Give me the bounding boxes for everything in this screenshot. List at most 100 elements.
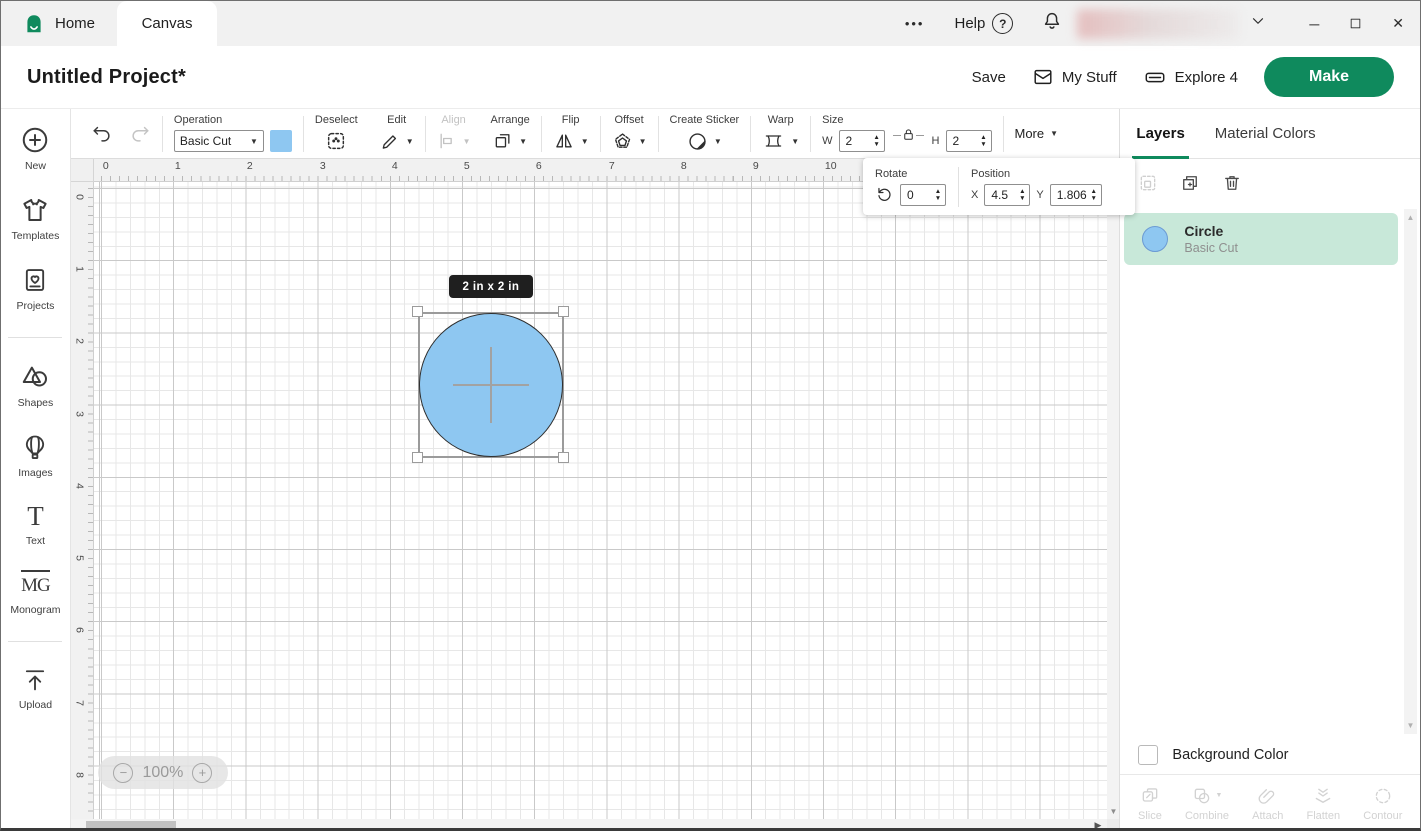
cricut-logo-icon — [23, 13, 45, 35]
monogram-icon: MG — [21, 570, 50, 599]
vertical-ruler: 0 1 2 3 4 5 6 7 8 — [71, 182, 94, 819]
make-button[interactable]: Make — [1264, 57, 1394, 97]
sidebar-item-shapes[interactable]: Shapes — [18, 362, 54, 409]
help-label: Help — [954, 15, 985, 32]
create-sticker-button[interactable]: Create Sticker ▼ — [670, 114, 740, 153]
more-button[interactable]: More ▼ — [1015, 126, 1059, 141]
pencil-icon — [380, 131, 400, 151]
sidebar-item-label: Images — [18, 467, 52, 479]
align-button: Align ▼ — [437, 114, 471, 153]
resize-handle-top-left[interactable] — [412, 306, 423, 317]
redo-button[interactable] — [129, 123, 151, 145]
background-color-label: Background Color — [1172, 747, 1288, 763]
offset-icon — [612, 131, 633, 152]
flip-button[interactable]: Flip ▼ — [553, 114, 589, 153]
background-color-checkbox[interactable] — [1138, 745, 1158, 765]
edit-button[interactable]: Edit ▼ — [380, 114, 414, 153]
maximize-button[interactable] — [1349, 17, 1362, 30]
dropdown-arrow-icon: ▼ — [406, 137, 414, 146]
text-icon: T — [27, 502, 44, 530]
sidebar-item-label: Shapes — [18, 397, 54, 409]
zoom-in-button[interactable]: + — [192, 763, 212, 783]
deselect-icon — [325, 130, 347, 152]
offset-button[interactable]: Offset ▼ — [612, 114, 647, 153]
sidebar-item-monogram[interactable]: MG Monogram — [10, 570, 60, 616]
design-sidebar: New Templates Projects Shapes Images T — [1, 109, 71, 831]
combine-button: ▼ Combine — [1185, 786, 1229, 822]
x-label: X — [971, 189, 978, 201]
layer-item-circle[interactable]: Circle Basic Cut — [1124, 213, 1398, 265]
project-card-icon — [21, 265, 49, 295]
duplicate-button[interactable] — [1180, 173, 1200, 193]
notifications-button[interactable] — [1041, 10, 1063, 37]
save-button[interactable]: Save — [972, 69, 1006, 86]
dropdown-arrow-icon: ▼ — [1050, 129, 1058, 138]
scroll-down-icon[interactable]: ▼ — [1107, 807, 1119, 816]
stepper-arrows-icon[interactable]: ▲▼ — [870, 134, 884, 148]
sidebar-item-new[interactable]: New — [20, 125, 50, 172]
operation-value: Basic Cut — [180, 134, 231, 148]
warp-button[interactable]: Warp ▼ — [762, 114, 799, 153]
sidebar-item-projects[interactable]: Projects — [16, 265, 54, 312]
width-input[interactable] — [840, 134, 870, 148]
attach-button: Attach — [1252, 786, 1283, 822]
scroll-down-icon[interactable]: ▼ — [1404, 721, 1417, 730]
height-input[interactable] — [947, 134, 977, 148]
resize-handle-top-right[interactable] — [558, 306, 569, 317]
sidebar-item-templates[interactable]: Templates — [12, 195, 60, 242]
account-chevron-icon[interactable] — [1249, 12, 1267, 35]
layer-name: Circle — [1184, 223, 1238, 239]
deselect-button[interactable]: Deselect — [315, 114, 358, 153]
tab-layers[interactable]: Layers — [1136, 109, 1184, 158]
minimize-button[interactable]: ─ — [1309, 16, 1319, 32]
machine-select-button[interactable]: Explore 4 — [1143, 66, 1238, 88]
design-canvas[interactable]: 2 in x 2 in − 100% + — [94, 182, 1108, 819]
overflow-menu-button[interactable]: ••• — [905, 16, 925, 31]
position-x-input[interactable] — [985, 188, 1015, 202]
layers-scrollbar[interactable]: ▲ ▼ — [1404, 209, 1417, 734]
sidebar-item-upload[interactable]: Upload — [19, 666, 52, 711]
help-button[interactable]: Help ? — [954, 13, 1013, 34]
resize-handle-bottom-right[interactable] — [558, 452, 569, 463]
position-x-stepper[interactable]: ▲▼ — [984, 184, 1030, 206]
sidebar-item-images[interactable]: Images — [18, 432, 52, 479]
width-stepper[interactable]: ▲▼ — [839, 130, 885, 152]
sidebar-divider — [8, 641, 62, 642]
project-title: Untitled Project* — [27, 66, 186, 89]
scrollbar-thumb[interactable] — [86, 821, 176, 830]
resize-handle-bottom-left[interactable] — [412, 452, 423, 463]
tab-material-colors[interactable]: Material Colors — [1215, 109, 1316, 158]
canvas-vertical-scrollbar[interactable]: ▲ ▼ — [1107, 159, 1119, 819]
tab-home-label: Home — [55, 15, 95, 32]
undo-button[interactable] — [91, 123, 113, 145]
sidebar-item-label: Monogram — [10, 604, 60, 616]
my-stuff-button[interactable]: My Stuff — [1032, 66, 1117, 88]
position-y-input[interactable] — [1051, 188, 1087, 202]
operation-dropdown[interactable]: Basic Cut ▼ — [174, 130, 264, 152]
aspect-lock-button[interactable] — [893, 127, 924, 142]
tab-home[interactable]: Home — [1, 1, 117, 46]
rotate-stepper[interactable]: ▲▼ — [900, 184, 946, 206]
layer-color-swatch[interactable] — [1142, 226, 1168, 252]
rotate-icon[interactable] — [875, 185, 894, 204]
question-icon: ? — [992, 13, 1013, 34]
position-y-stepper[interactable]: ▲▼ — [1050, 184, 1102, 206]
account-name-redacted[interactable] — [1077, 9, 1239, 39]
zoom-out-button[interactable]: − — [113, 763, 133, 783]
sidebar-item-label: Upload — [19, 699, 52, 711]
close-button[interactable]: ✕ — [1392, 15, 1404, 32]
arrange-button[interactable]: Arrange ▼ — [491, 114, 530, 153]
height-stepper[interactable]: ▲▼ — [946, 130, 992, 152]
rotate-input[interactable] — [901, 188, 931, 202]
scroll-up-icon[interactable]: ▲ — [1404, 213, 1417, 222]
delete-button[interactable] — [1222, 173, 1242, 193]
sidebar-item-text[interactable]: T Text — [26, 502, 45, 547]
warp-icon — [762, 131, 785, 151]
stepper-arrows-icon[interactable]: ▲▼ — [977, 134, 991, 148]
canvas-horizontal-scrollbar[interactable]: ▶ — [71, 819, 1108, 831]
tab-canvas[interactable]: Canvas — [117, 1, 217, 46]
upload-icon — [21, 666, 49, 694]
scroll-right-icon[interactable]: ▶ — [1095, 820, 1102, 831]
color-swatch[interactable] — [270, 130, 292, 152]
project-bar: Untitled Project* Save My Stuff Explore … — [1, 46, 1420, 109]
